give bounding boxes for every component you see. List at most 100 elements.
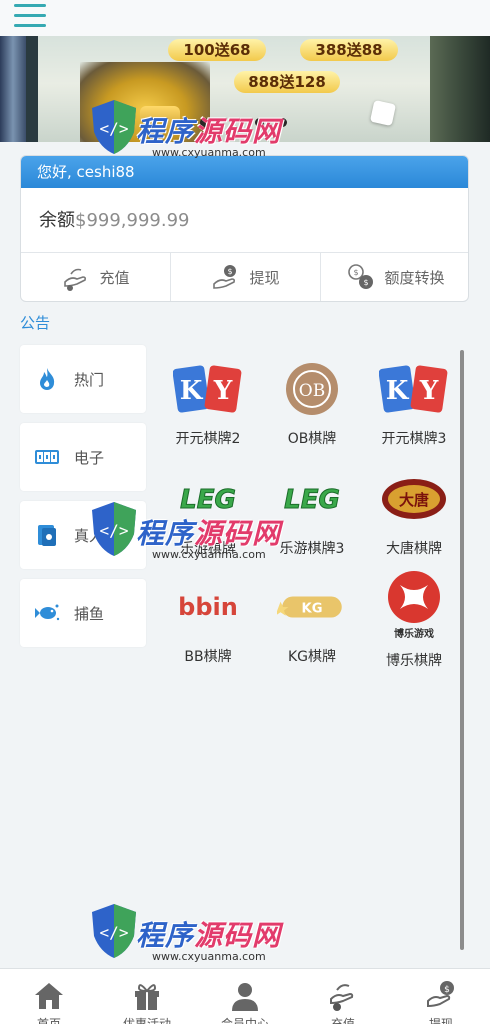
nav-label: 提现 bbox=[428, 1017, 453, 1024]
category-menu: 热门 电子 真人 捕鱼 bbox=[20, 345, 146, 657]
game-name: 乐游棋牌3 bbox=[279, 541, 345, 557]
svg-text:$: $ bbox=[354, 268, 359, 277]
game-tile[interactable]: 大唐 大唐棋牌 bbox=[366, 460, 462, 560]
svg-text:$: $ bbox=[228, 267, 233, 276]
category-label: 捕鱼 bbox=[74, 604, 105, 623]
category-label: 真人 bbox=[74, 526, 105, 545]
promo-badge: 888送128 bbox=[234, 71, 340, 93]
transfer-label: 额度转换 bbox=[384, 268, 445, 287]
game-tile[interactable]: LEG 乐游棋牌3 bbox=[264, 460, 360, 560]
gift-icon bbox=[135, 984, 159, 1010]
banner-carousel[interactable]: 100送68 388送88 888送128 bbox=[0, 36, 490, 142]
svg-text:Y: Y bbox=[419, 376, 439, 406]
game-name: 开元棋牌2 bbox=[175, 431, 241, 447]
nav-deposit[interactable]: 充值 bbox=[294, 969, 392, 1024]
hamburger-menu-icon[interactable] bbox=[14, 4, 48, 28]
cards-icon bbox=[38, 525, 56, 546]
svg-text:$: $ bbox=[364, 278, 369, 287]
user-icon bbox=[232, 983, 258, 1011]
nav-home[interactable]: 首页 bbox=[0, 969, 98, 1024]
game-name: OB棋牌 bbox=[287, 431, 337, 447]
game-logo: bbin bbox=[173, 576, 243, 638]
game-logo: LEG bbox=[277, 468, 347, 530]
category-hot[interactable]: 热门 bbox=[20, 345, 146, 413]
game-tile[interactable]: KG KG棋牌 bbox=[264, 568, 360, 668]
nav-member-center[interactable]: 会员中心 bbox=[196, 969, 294, 1024]
top-bar bbox=[0, 0, 490, 36]
game-tile[interactable]: OB OB棋牌 bbox=[264, 350, 360, 450]
category-electronic[interactable]: 电子 bbox=[20, 423, 146, 491]
bottom-nav: 首页 优惠活动 会员中心 充值 $ 提现 bbox=[0, 968, 490, 1024]
withdraw-hand-icon: $ bbox=[213, 265, 237, 289]
withdraw-button[interactable]: $ 提现 bbox=[171, 253, 321, 301]
nav-label: 首页 bbox=[36, 1017, 61, 1024]
nav-withdraw[interactable]: $ 提现 bbox=[392, 969, 490, 1024]
withdraw-label: 提现 bbox=[249, 268, 280, 287]
svg-text:bbin: bbin bbox=[178, 593, 238, 621]
game-tile[interactable]: 博乐游戏 博乐棋牌 bbox=[366, 560, 462, 669]
balance-row: 余额$999,999.99 bbox=[21, 188, 468, 253]
banner-next-slide[interactable] bbox=[430, 36, 490, 142]
svg-text:OB: OB bbox=[299, 381, 325, 401]
notice-link[interactable]: 公告 bbox=[20, 312, 50, 333]
home-icon bbox=[35, 983, 63, 1009]
account-actions: 充值 $ 提现 $ $ 额度转换 bbox=[21, 253, 468, 301]
nav-label: 会员中心 bbox=[220, 1017, 269, 1024]
carousel-indicators[interactable] bbox=[200, 118, 300, 128]
game-tile[interactable]: bbin BB棋牌 bbox=[160, 568, 256, 668]
svg-text:KG: KG bbox=[302, 601, 323, 616]
balance-value: $999,999.99 bbox=[75, 210, 190, 231]
greeting-header: 您好, ceshi88 bbox=[21, 156, 468, 188]
flame-icon bbox=[40, 368, 55, 390]
nav-label: 充值 bbox=[330, 1017, 355, 1024]
game-name: 博乐棋牌 bbox=[386, 653, 442, 669]
category-label: 电子 bbox=[74, 448, 105, 467]
withdraw-hand-icon: $ bbox=[427, 981, 454, 1008]
game-name: 乐游棋牌 bbox=[180, 541, 236, 557]
fish-icon bbox=[35, 604, 60, 621]
dice-illustration bbox=[369, 99, 397, 127]
svg-text:K: K bbox=[180, 376, 204, 406]
deposit-button[interactable]: 充值 bbox=[21, 253, 171, 301]
svg-text:</>: </> bbox=[100, 923, 129, 942]
game-name: KG棋牌 bbox=[287, 649, 337, 665]
game-tile[interactable]: LEG 乐游棋牌 bbox=[160, 460, 256, 560]
deposit-hand-icon bbox=[64, 268, 87, 291]
game-logo: K Y bbox=[379, 358, 449, 420]
carousel-dot[interactable] bbox=[278, 118, 287, 127]
game-logo: LEG bbox=[173, 468, 243, 530]
svg-text:LEG: LEG bbox=[180, 485, 236, 515]
transfer-button[interactable]: $ $ 额度转换 bbox=[321, 253, 468, 301]
watermark-shield-icon: </> bbox=[92, 904, 136, 958]
category-label: 热门 bbox=[74, 370, 105, 389]
game-tile[interactable]: K Y 开元棋牌2 bbox=[160, 350, 256, 450]
game-logo: OB bbox=[277, 358, 347, 420]
coins-illustration bbox=[140, 106, 180, 140]
category-fishing[interactable]: 捕鱼 bbox=[20, 579, 146, 647]
game-logo: K Y bbox=[173, 358, 243, 420]
transfer-coins-icon: $ $ bbox=[348, 264, 374, 289]
deposit-label: 充值 bbox=[99, 268, 130, 287]
category-live[interactable]: 真人 bbox=[20, 501, 146, 569]
game-grid: K Y 开元棋牌2 OB OB棋牌 K Y 开元棋牌3 LEG 乐游棋牌 LEG… bbox=[160, 350, 460, 990]
slot-machine-icon bbox=[35, 450, 59, 464]
scrollbar[interactable] bbox=[460, 350, 464, 950]
game-name: 开元棋牌3 bbox=[381, 431, 447, 447]
game-logo: KG bbox=[277, 576, 347, 638]
svg-text:$: $ bbox=[444, 985, 450, 995]
carousel-dot[interactable] bbox=[200, 118, 209, 127]
svg-text:K: K bbox=[386, 376, 410, 406]
game-logo: 博乐游戏 bbox=[379, 568, 449, 642]
balance-label: 余额 bbox=[39, 210, 75, 231]
carousel-dot[interactable] bbox=[255, 118, 264, 127]
svg-text:大唐: 大唐 bbox=[399, 491, 429, 509]
banner-prev-slide[interactable] bbox=[0, 36, 26, 142]
game-tile[interactable]: K Y 开元棋牌3 bbox=[366, 350, 462, 450]
nav-label: 优惠活动 bbox=[122, 1017, 171, 1024]
nav-promotions[interactable]: 优惠活动 bbox=[98, 969, 196, 1024]
game-name: BB棋牌 bbox=[184, 649, 232, 665]
game-logo: 大唐 bbox=[379, 468, 449, 530]
svg-text:博乐游戏: 博乐游戏 bbox=[394, 627, 434, 640]
svg-text:LEG: LEG bbox=[284, 485, 340, 515]
promo-badge: 100送68 bbox=[168, 39, 266, 61]
